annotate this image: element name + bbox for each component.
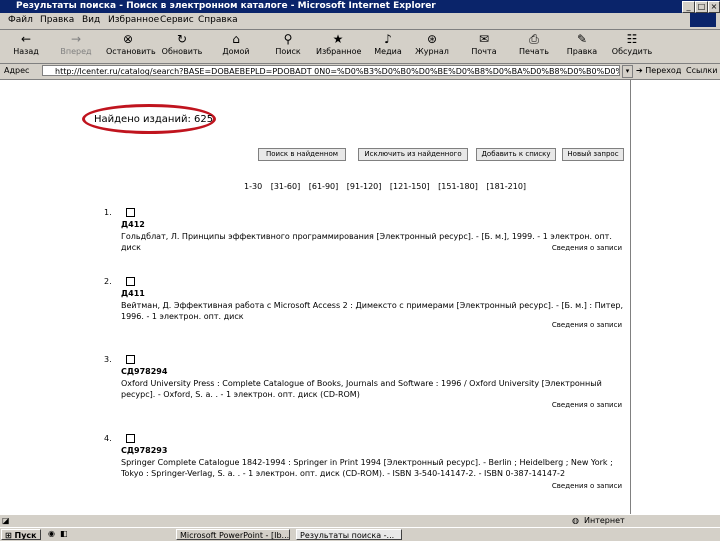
forward-button[interactable]: → Вперед <box>54 32 98 62</box>
record-details-link[interactable]: Сведения о записи <box>552 321 622 329</box>
print-icon: ⎙ <box>529 32 539 46</box>
mail-icon: ✉ <box>478 32 490 46</box>
menu-help[interactable]: Справка <box>198 15 238 25</box>
record-checkbox[interactable] <box>126 277 135 286</box>
right-pane <box>630 80 720 514</box>
search-button[interactable]: ⚲ Поиск <box>266 32 310 62</box>
pager-link[interactable]: [181-210] <box>486 182 526 191</box>
home-icon: ⌂ <box>232 32 240 46</box>
discuss-button[interactable]: ☷ Обсудить <box>610 32 654 62</box>
record-checkbox[interactable] <box>126 355 135 364</box>
search-icon: ⚲ <box>283 32 293 46</box>
pager-link[interactable]: [61-90] <box>309 182 339 191</box>
windows-logo-icon: ⊞ <box>5 531 12 540</box>
record-number: 4. <box>104 434 112 443</box>
edit-icon: ✎ <box>576 32 588 46</box>
pager-link[interactable]: [31-60] <box>271 182 301 191</box>
history-icon: ⊛ <box>426 32 438 46</box>
taskbar-item-powerpoint[interactable]: Microsoft PowerPoint - [Ib... <box>176 529 290 540</box>
security-zone: Интернет <box>584 516 625 525</box>
menu-favorites[interactable]: Избранное <box>108 15 159 25</box>
found-count: Найдено изданий: 625 <box>94 114 214 125</box>
address-input[interactable]: http://lcenter.ru/catalog/search?BASE=DO… <box>42 65 620 76</box>
pager-link[interactable]: [91-120] <box>347 182 382 191</box>
result-record: 1. Д412 Гольдблат, Л. Принципы эффективн… <box>104 208 626 258</box>
search-in-results-button[interactable]: Поиск в найденном <box>258 148 346 161</box>
pager: 1-30 [31-60] [61-90] [91-120] [121-150] … <box>244 182 532 191</box>
address-bar: Адрес http://lcenter.ru/catalog/search?B… <box>0 64 720 80</box>
add-to-list-button[interactable]: Добавить к списку <box>476 148 556 161</box>
result-record: 3. СД978294 Oxford University Press : Co… <box>104 355 626 413</box>
favorites-button[interactable]: ★ Избранное <box>316 32 361 62</box>
history-button[interactable]: ⊛ Журнал <box>410 32 454 62</box>
exclude-from-results-button[interactable]: Исключить из найденного <box>358 148 468 161</box>
record-code: СД978294 <box>121 367 168 376</box>
result-record: 2. Д411 Вейтман, Д. Эффективная работа с… <box>104 277 626 335</box>
new-query-button[interactable]: Новый запрос <box>562 148 624 161</box>
pager-link[interactable]: [151-180] <box>438 182 478 191</box>
record-number: 2. <box>104 277 112 286</box>
record-code: СД978293 <box>121 446 168 455</box>
record-number: 3. <box>104 355 112 364</box>
go-arrow-icon: ➔ <box>636 66 643 75</box>
record-description: Springer Complete Catalogue 1842-1994 : … <box>121 458 613 478</box>
menu-tools[interactable]: Сервис <box>160 15 194 25</box>
quicklaunch-icon[interactable]: ◉ <box>48 529 55 538</box>
stop-button[interactable]: ⊗ Остановить <box>106 32 156 62</box>
minimize-button[interactable]: _ <box>682 1 695 13</box>
back-arrow-icon: ← <box>20 32 32 46</box>
record-details-link[interactable]: Сведения о записи <box>552 482 622 490</box>
page-status-icon: ◪ <box>2 516 10 525</box>
taskbar-item-ie[interactable]: Результаты поиска -... <box>296 529 402 540</box>
print-button[interactable]: ⎙ Печать <box>512 32 556 62</box>
address-label: Адрес <box>4 66 30 75</box>
address-dropdown-button[interactable]: ▾ <box>622 65 633 78</box>
favorites-icon: ★ <box>332 32 344 46</box>
menu-bar: Файл Правка Вид Избранное Сервис Справка <box>0 13 720 30</box>
globe-icon: ◍ <box>572 516 579 525</box>
toolbar: ← Назад → Вперед ⊗ Остановить ↻ Обновить ⌂ До… <box>0 30 720 64</box>
status-bar: ◪ ◍ Интернет <box>0 514 720 527</box>
back-button[interactable]: ← Назад <box>4 32 48 62</box>
record-code: Д412 <box>121 220 145 229</box>
ie-logo-icon <box>690 13 716 27</box>
record-code: Д411 <box>121 289 145 298</box>
discuss-icon: ☷ <box>626 32 638 46</box>
go-button[interactable]: ➔ Переход <box>636 66 681 75</box>
mail-button[interactable]: ✉ Почта <box>462 32 506 62</box>
record-description: Гольдблат, Л. Принципы эффективного прог… <box>121 232 612 252</box>
maximize-button[interactable]: □ <box>695 1 708 13</box>
links-label[interactable]: Ссылки <box>686 66 717 75</box>
title-bar: Результаты поиска - Поиск в электронном … <box>0 0 720 13</box>
close-button[interactable]: × <box>708 1 720 13</box>
menu-file[interactable]: Файл <box>8 15 33 25</box>
forward-arrow-icon: → <box>70 32 82 46</box>
media-button[interactable]: ♪ Медиа <box>366 32 410 62</box>
stop-icon: ⊗ <box>122 32 134 46</box>
record-description: Oxford University Press : Complete Catal… <box>121 379 602 399</box>
record-checkbox[interactable] <box>126 208 135 217</box>
pager-current: 1-30 <box>244 182 263 191</box>
record-details-link[interactable]: Сведения о записи <box>552 401 622 409</box>
refresh-icon: ↻ <box>176 32 188 46</box>
home-button[interactable]: ⌂ Домой <box>214 32 258 62</box>
address-url: http://lcenter.ru/catalog/search?BASE=DO… <box>55 67 619 76</box>
edit-button[interactable]: ✎ Правка <box>560 32 604 62</box>
quicklaunch-icon[interactable]: ◧ <box>60 529 68 538</box>
record-number: 1. <box>104 208 112 217</box>
record-checkbox[interactable] <box>126 434 135 443</box>
pager-link[interactable]: [121-150] <box>390 182 430 191</box>
record-description: Вейтман, Д. Эффективная работа с Microso… <box>121 301 624 321</box>
refresh-button[interactable]: ↻ Обновить <box>160 32 204 62</box>
page-content: Найдено изданий: 625 Поиск в найденном И… <box>0 80 630 514</box>
taskbar: ⊞ Пуск ◉ ◧ Microsoft PowerPoint - [Ib...… <box>0 527 720 541</box>
menu-edit[interactable]: Правка <box>40 15 74 25</box>
start-button[interactable]: ⊞ Пуск <box>1 529 41 540</box>
result-record: 4. СД978293 Springer Complete Catalogue … <box>104 434 626 494</box>
record-details-link[interactable]: Сведения о записи <box>552 244 622 252</box>
media-icon: ♪ <box>384 32 392 46</box>
window-title: Результаты поиска - Поиск в электронном … <box>16 1 436 11</box>
menu-view[interactable]: Вид <box>82 15 100 25</box>
